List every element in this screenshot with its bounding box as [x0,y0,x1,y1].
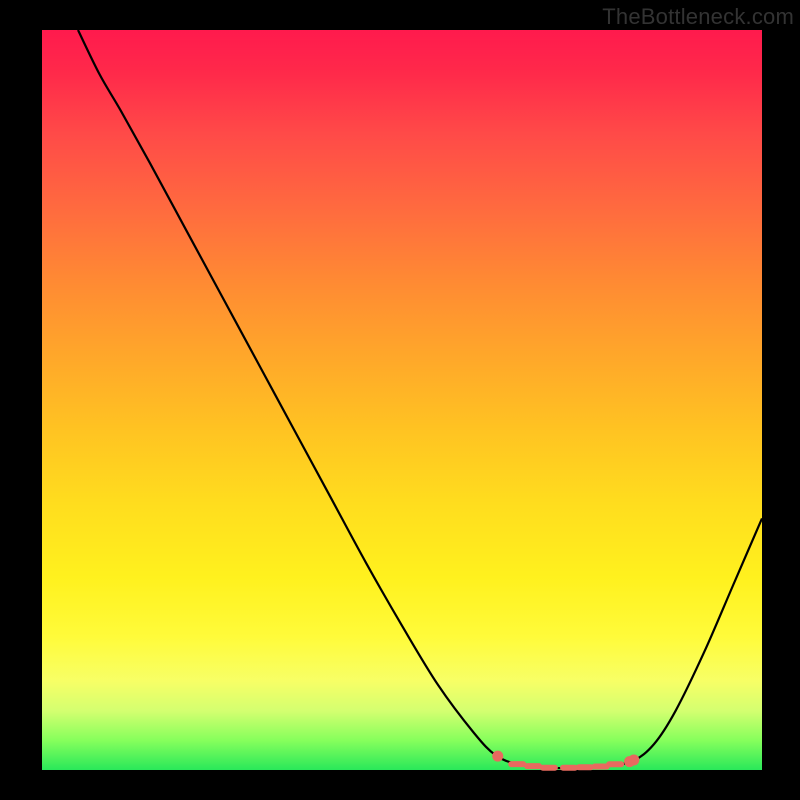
highlight-dot [492,751,503,762]
curve-svg [42,30,762,770]
highlight-dot [628,754,639,765]
plot-area [42,30,762,770]
highlight-group [492,751,639,768]
watermark-text: TheBottleneck.com [602,4,794,30]
chart-container: TheBottleneck.com [0,0,800,800]
curve-path [78,30,762,768]
